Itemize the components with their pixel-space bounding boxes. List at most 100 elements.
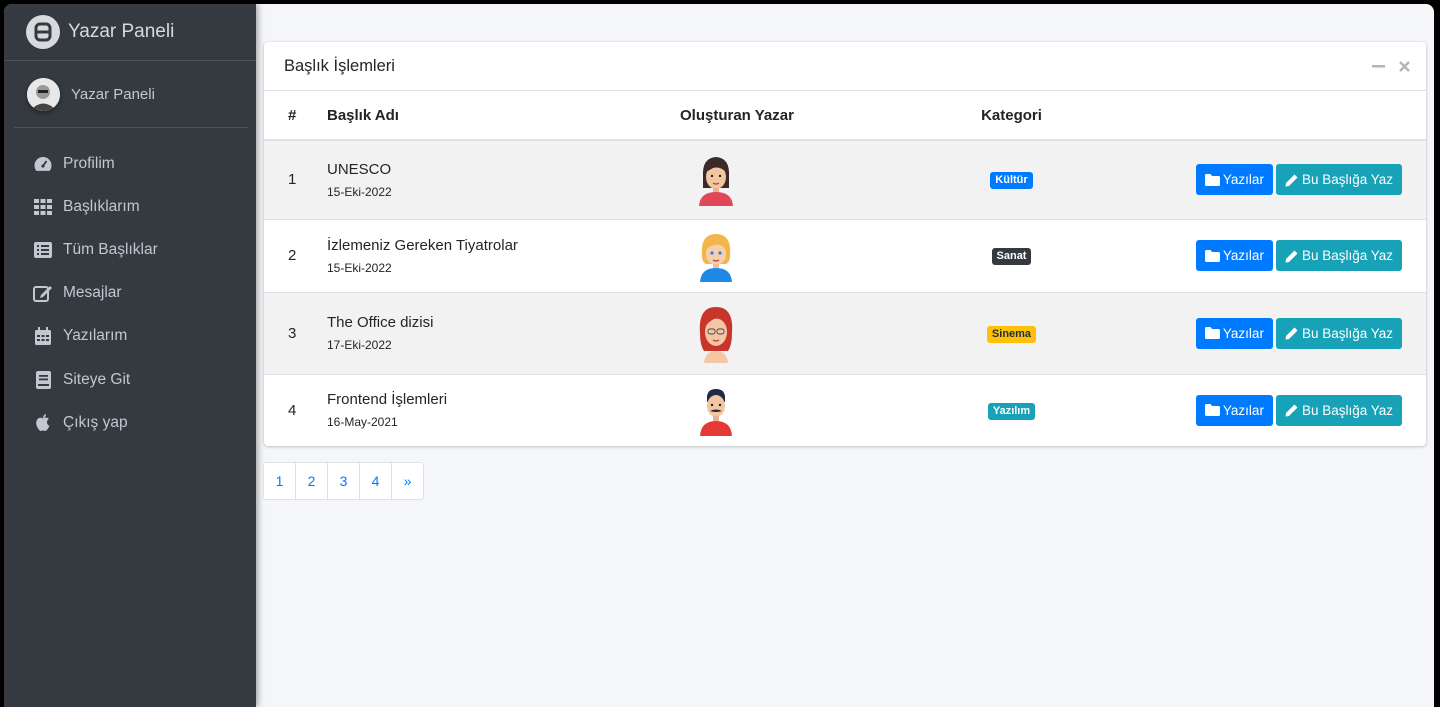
app-window: Yazar Paneli Yazar Paneli Profilim Başlı… xyxy=(4,4,1434,707)
pencil-icon xyxy=(1285,327,1298,340)
write-topic-button-label: Bu Başlığa Yaz xyxy=(1301,325,1393,341)
sidebar-item-siteye-git[interactable]: Siteye Git xyxy=(4,358,256,401)
row-number: 3 xyxy=(264,291,327,374)
topic-title: UNESCO xyxy=(327,160,392,178)
category-badge: Yazılım xyxy=(987,402,1036,420)
author-avatar xyxy=(696,384,736,437)
page-link-1[interactable]: 1 xyxy=(263,462,296,500)
remove-button[interactable] xyxy=(1396,56,1412,76)
topics-table: # Başlık Adı Oluşturan Yazar Kategori 1 … xyxy=(264,91,1426,446)
table-header-row: # Başlık Adı Oluşturan Yazar Kategori xyxy=(264,91,1426,141)
posts-button-label: Yazılar xyxy=(1222,172,1264,188)
category-cell: Yazılım xyxy=(940,373,1083,446)
sidebar-item-label: Tüm Başlıklar xyxy=(63,240,158,258)
folder-icon xyxy=(1204,327,1220,339)
write-topic-button-label: Bu Başlığa Yaz xyxy=(1301,248,1393,263)
sidebar-item-basliklarim[interactable]: Başlıklarım xyxy=(4,185,256,228)
topic-title: İzlemeniz Gereken Tiyatrolar xyxy=(327,236,518,254)
topic-date: 15-Eki-2022 xyxy=(327,260,392,275)
posts-button-label: Yazılar xyxy=(1222,248,1264,263)
card-header: Başlık İşlemleri xyxy=(264,42,1426,91)
row-number: 4 xyxy=(264,373,327,446)
write-topic-button-label: Bu Başlığa Yaz xyxy=(1301,172,1393,188)
sidebar-item-mesajlar[interactable]: Mesajlar xyxy=(4,272,256,315)
grid-icon xyxy=(33,197,53,217)
sidebar-item-label: Profilim xyxy=(63,154,115,172)
posts-button[interactable]: Yazılar xyxy=(1195,240,1273,271)
row-number: 2 xyxy=(264,218,327,292)
write-topic-button[interactable]: Bu Başlığa Yaz xyxy=(1275,317,1402,349)
category-cell: Kültür xyxy=(940,139,1083,219)
topic-title: Frontend İşlemleri xyxy=(327,391,448,409)
table-row: 3 The Office dizisi 17-Eki-2022 Sinema Y… xyxy=(264,291,1426,374)
author-cell xyxy=(680,218,940,292)
topic-date: 16-May-2021 xyxy=(327,415,398,430)
tachometer-icon xyxy=(33,154,53,174)
brand-title: Yazar Paneli xyxy=(68,21,175,42)
collapse-button[interactable] xyxy=(1370,56,1386,76)
page-link-2[interactable]: 2 xyxy=(295,462,328,500)
page-link-3[interactable]: 3 xyxy=(327,462,360,500)
actions-cell: Yazılar Bu Başlığa Yaz xyxy=(1083,139,1426,219)
actions-cell: Yazılar Bu Başlığa Yaz xyxy=(1083,291,1426,374)
sidebar-item-label: Mesajlar xyxy=(63,284,122,302)
posts-button[interactable]: Yazılar xyxy=(1195,394,1273,426)
posts-button[interactable]: Yazılar xyxy=(1195,317,1273,349)
main-content: Başlık İşlemleri # Başlık Adı Oluşturan … xyxy=(256,4,1434,707)
sidebar-nav: Profilim Başlıklarım Tüm Başlıklar Mesaj… xyxy=(4,142,256,444)
title-cell: UNESCO 15-Eki-2022 xyxy=(327,139,680,219)
author-cell xyxy=(680,139,940,219)
category-badge: Kültür xyxy=(990,172,1033,190)
book-icon xyxy=(33,370,53,390)
topic-date: 17-Eki-2022 xyxy=(327,338,392,352)
folder-icon xyxy=(1204,249,1220,262)
table-row: 2 İzlemeniz Gereken Tiyatrolar 15-Eki-20… xyxy=(264,218,1426,292)
pagination: 1 2 3 4 » xyxy=(263,462,424,500)
write-topic-button[interactable]: Bu Başlığa Yaz xyxy=(1275,394,1402,426)
title-cell: İzlemeniz Gereken Tiyatrolar 15-Eki-2022 xyxy=(327,218,680,292)
posts-button-label: Yazılar xyxy=(1222,325,1264,341)
column-header-category: Kategori xyxy=(940,91,1083,141)
apple-icon xyxy=(33,413,53,433)
folder-icon xyxy=(1204,173,1220,186)
write-topic-button-label: Bu Başlığa Yaz xyxy=(1301,402,1393,418)
author-avatar xyxy=(696,154,736,206)
column-header-title: Başlık Adı xyxy=(327,91,680,141)
actions-cell: Yazılar Bu Başlığa Yaz xyxy=(1083,373,1426,446)
column-header-actions xyxy=(1083,91,1426,141)
sidebar-item-cikis-yap[interactable]: Çıkış yap xyxy=(4,401,256,444)
topics-card: Başlık İşlemleri # Başlık Adı Oluşturan … xyxy=(264,42,1426,446)
column-header-num: # xyxy=(264,91,327,141)
posts-button[interactable]: Yazılar xyxy=(1195,164,1273,196)
brand-logo-icon xyxy=(26,15,60,49)
user-panel[interactable]: Yazar Paneli xyxy=(14,61,248,128)
sidebar-item-label: Başlıklarım xyxy=(63,197,140,215)
sidebar-item-label: Siteye Git xyxy=(63,370,131,388)
card-tools xyxy=(1370,56,1412,76)
sidebar-item-tum-basliklar[interactable]: Tüm Başlıklar xyxy=(4,228,256,271)
row-number: 1 xyxy=(264,139,327,219)
write-topic-button[interactable]: Bu Başlığa Yaz xyxy=(1275,240,1402,271)
page-link-next[interactable]: » xyxy=(391,462,424,500)
write-topic-button[interactable]: Bu Başlığa Yaz xyxy=(1275,164,1402,196)
actions-cell: Yazılar Bu Başlığa Yaz xyxy=(1083,218,1426,292)
topic-date: 15-Eki-2022 xyxy=(327,184,392,199)
page-link-4[interactable]: 4 xyxy=(359,462,392,500)
topic-title: The Office dizisi xyxy=(327,314,434,331)
sidebar-item-profilim[interactable]: Profilim xyxy=(4,142,256,185)
table-row: 1 UNESCO 15-Eki-2022 Kültür Yazılar Bu B… xyxy=(264,139,1426,219)
brand[interactable]: Yazar Paneli xyxy=(4,4,256,61)
category-cell: Sanat xyxy=(940,218,1083,292)
folder-icon xyxy=(1204,404,1220,417)
sidebar-item-yazilarim[interactable]: Yazılarım xyxy=(4,315,256,358)
author-avatar xyxy=(696,303,736,363)
minus-icon xyxy=(1371,64,1385,67)
edit-icon xyxy=(33,283,53,303)
pencil-icon xyxy=(1285,250,1298,262)
close-icon xyxy=(1398,60,1410,72)
author-cell xyxy=(680,373,940,446)
author-cell xyxy=(680,291,940,374)
pencil-icon xyxy=(1285,404,1298,417)
pencil-icon xyxy=(1285,174,1298,187)
user-name: Yazar Paneli xyxy=(71,85,155,103)
